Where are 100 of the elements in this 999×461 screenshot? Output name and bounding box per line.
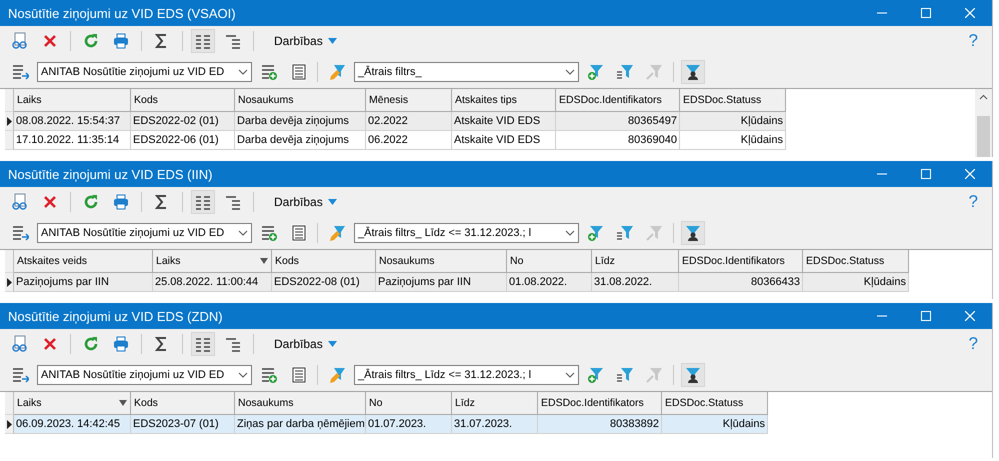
column-header[interactable]: EDSDoc.Statuss — [803, 250, 909, 273]
add-layout-icon — [260, 366, 278, 384]
column-header[interactable]: Līdz — [592, 250, 679, 273]
layout-dropdown[interactable]: ANITAB Nosūtītie ziņojumi uz VID ED — [37, 223, 252, 243]
print-icon — [112, 335, 130, 353]
pin-icon — [645, 63, 663, 81]
layout-list-icon — [11, 224, 29, 242]
refresh-icon — [82, 32, 100, 50]
column-header[interactable]: Atskaites veids — [14, 250, 153, 273]
user-filter-button[interactable] — [681, 221, 705, 245]
user-filter-icon — [684, 366, 702, 384]
table-cell: 31.07.2023. — [452, 415, 538, 434]
layout-list-icon — [11, 366, 29, 384]
user-filter-button[interactable] — [681, 60, 705, 84]
print-icon — [112, 32, 130, 50]
help-button[interactable]: ? — [962, 192, 984, 212]
edit-filter-icon — [328, 366, 346, 384]
table-cell: 80369040 — [556, 131, 680, 150]
table-cell: 25.08.2022. 11:00:44 — [153, 273, 272, 292]
column-header[interactable]: Kods — [272, 250, 376, 273]
actions-menu-button[interactable]: Darbības — [270, 195, 341, 209]
add-filter-icon — [587, 63, 605, 81]
column-header[interactable]: EDSDoc.Statuss — [680, 89, 786, 112]
table-cell: 80366433 — [679, 273, 803, 292]
table-cell: 31.08.2022. — [592, 273, 679, 292]
refresh-icon — [82, 193, 100, 211]
scrollbar[interactable] — [975, 89, 992, 157]
filter-dropdown[interactable]: _Ātrais filtrs_ Līdz <= 31.12.2023.; l — [354, 223, 579, 243]
user-filter-button[interactable] — [681, 363, 705, 387]
current-row-icon — [6, 116, 12, 126]
layout-list-icon — [11, 63, 29, 81]
table-cell: EDS2022-08 (01) — [272, 273, 376, 292]
caret-icon — [328, 199, 337, 205]
column-header[interactable]: EDSDoc.Identifikators — [679, 250, 803, 273]
add-layout-icon — [260, 63, 278, 81]
preview-icon — [11, 193, 29, 211]
column-header[interactable]: Līdz — [452, 392, 538, 415]
maximize-icon — [921, 169, 931, 179]
row-header[interactable] — [5, 112, 14, 131]
column-header[interactable]: EDSDoc.Identifikators — [538, 392, 662, 415]
add-filter-icon — [587, 366, 605, 384]
column-header[interactable]: EDSDoc.Identifikators — [556, 89, 680, 112]
table-cell: Kļūdains — [803, 273, 909, 292]
grid-view-button[interactable] — [191, 190, 215, 214]
preview-icon — [11, 335, 29, 353]
corner-header — [5, 392, 14, 415]
window-title: Nosūtītie ziņojumi uz VID EDS (IIN) — [8, 166, 214, 182]
window-title: Nosūtītie ziņojumi uz VID EDS (VSAOI) — [8, 6, 237, 20]
current-row-icon — [6, 278, 12, 286]
column-header[interactable]: Nosaukums — [376, 250, 507, 273]
maximize-icon — [921, 311, 931, 321]
edit-filter-icon — [328, 224, 346, 242]
row-header[interactable] — [5, 273, 14, 292]
table-cell: Ziņas par darba ņēmējiem — [235, 415, 366, 434]
column-header[interactable]: Laiks — [14, 89, 131, 112]
grid-view-button[interactable] — [191, 29, 215, 53]
table-cell: EDS2022-06 (01) — [131, 131, 235, 150]
corner-header — [5, 89, 14, 112]
layout-dropdown[interactable]: ANITAB Nosūtītie ziņojumi uz VID ED — [37, 365, 252, 385]
table-cell: Atskaite VID EDS — [452, 131, 556, 150]
column-header[interactable]: Nosaukums — [235, 89, 366, 112]
refresh-icon — [82, 335, 100, 353]
maximize-icon — [921, 8, 931, 18]
table-cell: EDS2023-07 (01) — [131, 415, 235, 434]
table-cell: 17.10.2022. 11:35:14 — [14, 131, 131, 150]
table-cell: 01.08.2022. — [507, 273, 592, 292]
actions-menu-button[interactable]: Darbības — [270, 337, 341, 351]
column-header[interactable]: Kods — [131, 392, 235, 415]
close-icon — [965, 311, 975, 321]
filter-dropdown[interactable]: _Ātrais filtrs_ — [354, 62, 579, 82]
actions-menu-button[interactable]: Darbības — [270, 34, 341, 48]
column-header[interactable]: Laiks — [14, 392, 131, 415]
pin-icon — [645, 366, 663, 384]
column-header[interactable]: Laiks — [153, 250, 272, 273]
user-filter-icon — [684, 224, 702, 242]
column-header[interactable]: No — [507, 250, 592, 273]
column-header[interactable]: No — [366, 392, 452, 415]
help-button[interactable]: ? — [962, 334, 984, 354]
table-cell: Paziņojums par IIN — [14, 273, 153, 292]
scroll-up-icon — [979, 94, 988, 100]
row-header[interactable] — [5, 415, 14, 434]
layout-dropdown[interactable]: ANITAB Nosūtītie ziņojumi uz VID ED — [37, 62, 252, 82]
filter-list-icon — [616, 63, 634, 81]
close-icon — [965, 8, 975, 18]
column-header[interactable]: Kods — [131, 89, 235, 112]
table-cell: 80383892 — [538, 415, 662, 434]
help-button[interactable]: ? — [962, 31, 984, 51]
table-cell: 06.09.2023. 14:42:45 — [14, 415, 131, 434]
filter-dropdown[interactable]: _Ātrais filtrs_ Līdz <= 31.12.2023.; l — [354, 365, 579, 385]
column-header[interactable]: EDSDoc.Statuss — [662, 392, 768, 415]
column-header[interactable]: Atskaites tips — [452, 89, 556, 112]
close-icon — [965, 169, 975, 179]
table-cell: 06.2022 — [366, 131, 452, 150]
sort-icon — [119, 400, 127, 406]
column-header[interactable]: Mēnesis — [366, 89, 452, 112]
grid-view-button[interactable] — [191, 332, 215, 356]
add-filter-icon — [587, 224, 605, 242]
current-row-icon — [6, 420, 12, 428]
edit-filter-icon — [328, 63, 346, 81]
column-header[interactable]: Nosaukums — [235, 392, 366, 415]
